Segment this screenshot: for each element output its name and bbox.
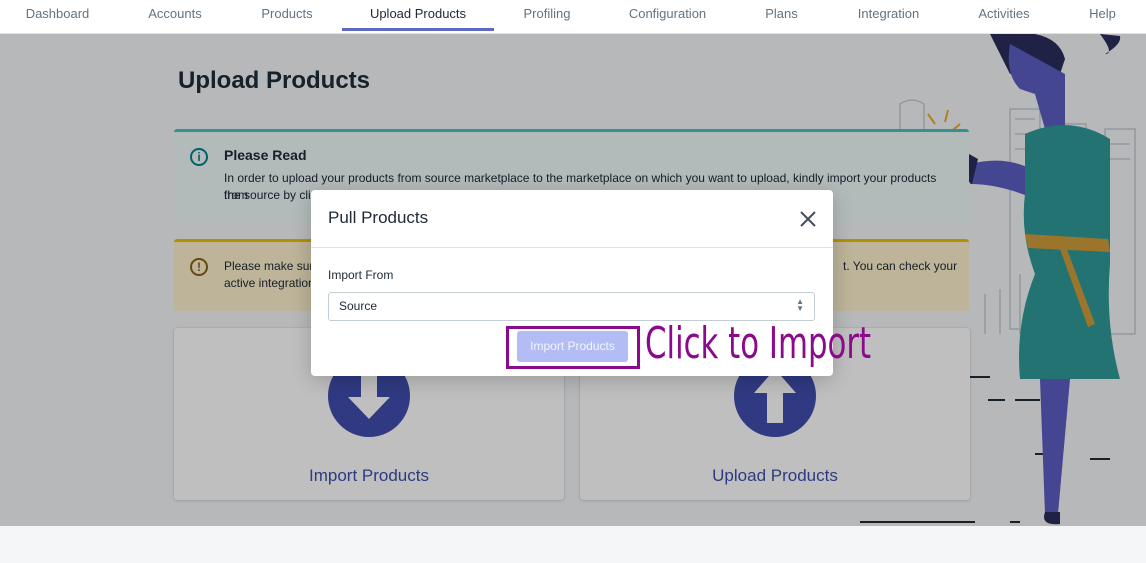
top-nav: Dashboard Accounts Products Upload Produ…	[0, 0, 1146, 34]
nav-item-plans[interactable]: Plans	[735, 0, 828, 28]
nav-item-profiling[interactable]: Profiling	[494, 0, 600, 28]
nav-item-dashboard[interactable]: Dashboard	[0, 0, 115, 28]
callout-text: Click to Import	[645, 318, 872, 369]
nav-item-products[interactable]: Products	[232, 0, 342, 28]
close-icon[interactable]	[795, 206, 821, 232]
nav-item-activities[interactable]: Activities	[949, 0, 1059, 28]
import-from-label: Import From	[328, 268, 394, 282]
nav-item-upload-products[interactable]: Upload Products	[342, 0, 494, 31]
modal-divider	[311, 247, 833, 248]
import-from-select[interactable]: Source ▲ ▼	[328, 292, 815, 321]
page-footer-area	[0, 526, 1146, 563]
nav-item-accounts[interactable]: Accounts	[118, 0, 232, 28]
nav-item-help[interactable]: Help	[1059, 0, 1146, 28]
nav-item-integration[interactable]: Integration	[828, 0, 949, 28]
callout-highlight-box	[506, 326, 640, 369]
select-arrows-icon: ▲ ▼	[796, 297, 804, 313]
nav-item-configuration[interactable]: Configuration	[600, 0, 735, 28]
import-from-select-value: Source	[339, 299, 378, 313]
modal-title: Pull Products	[328, 208, 429, 227]
